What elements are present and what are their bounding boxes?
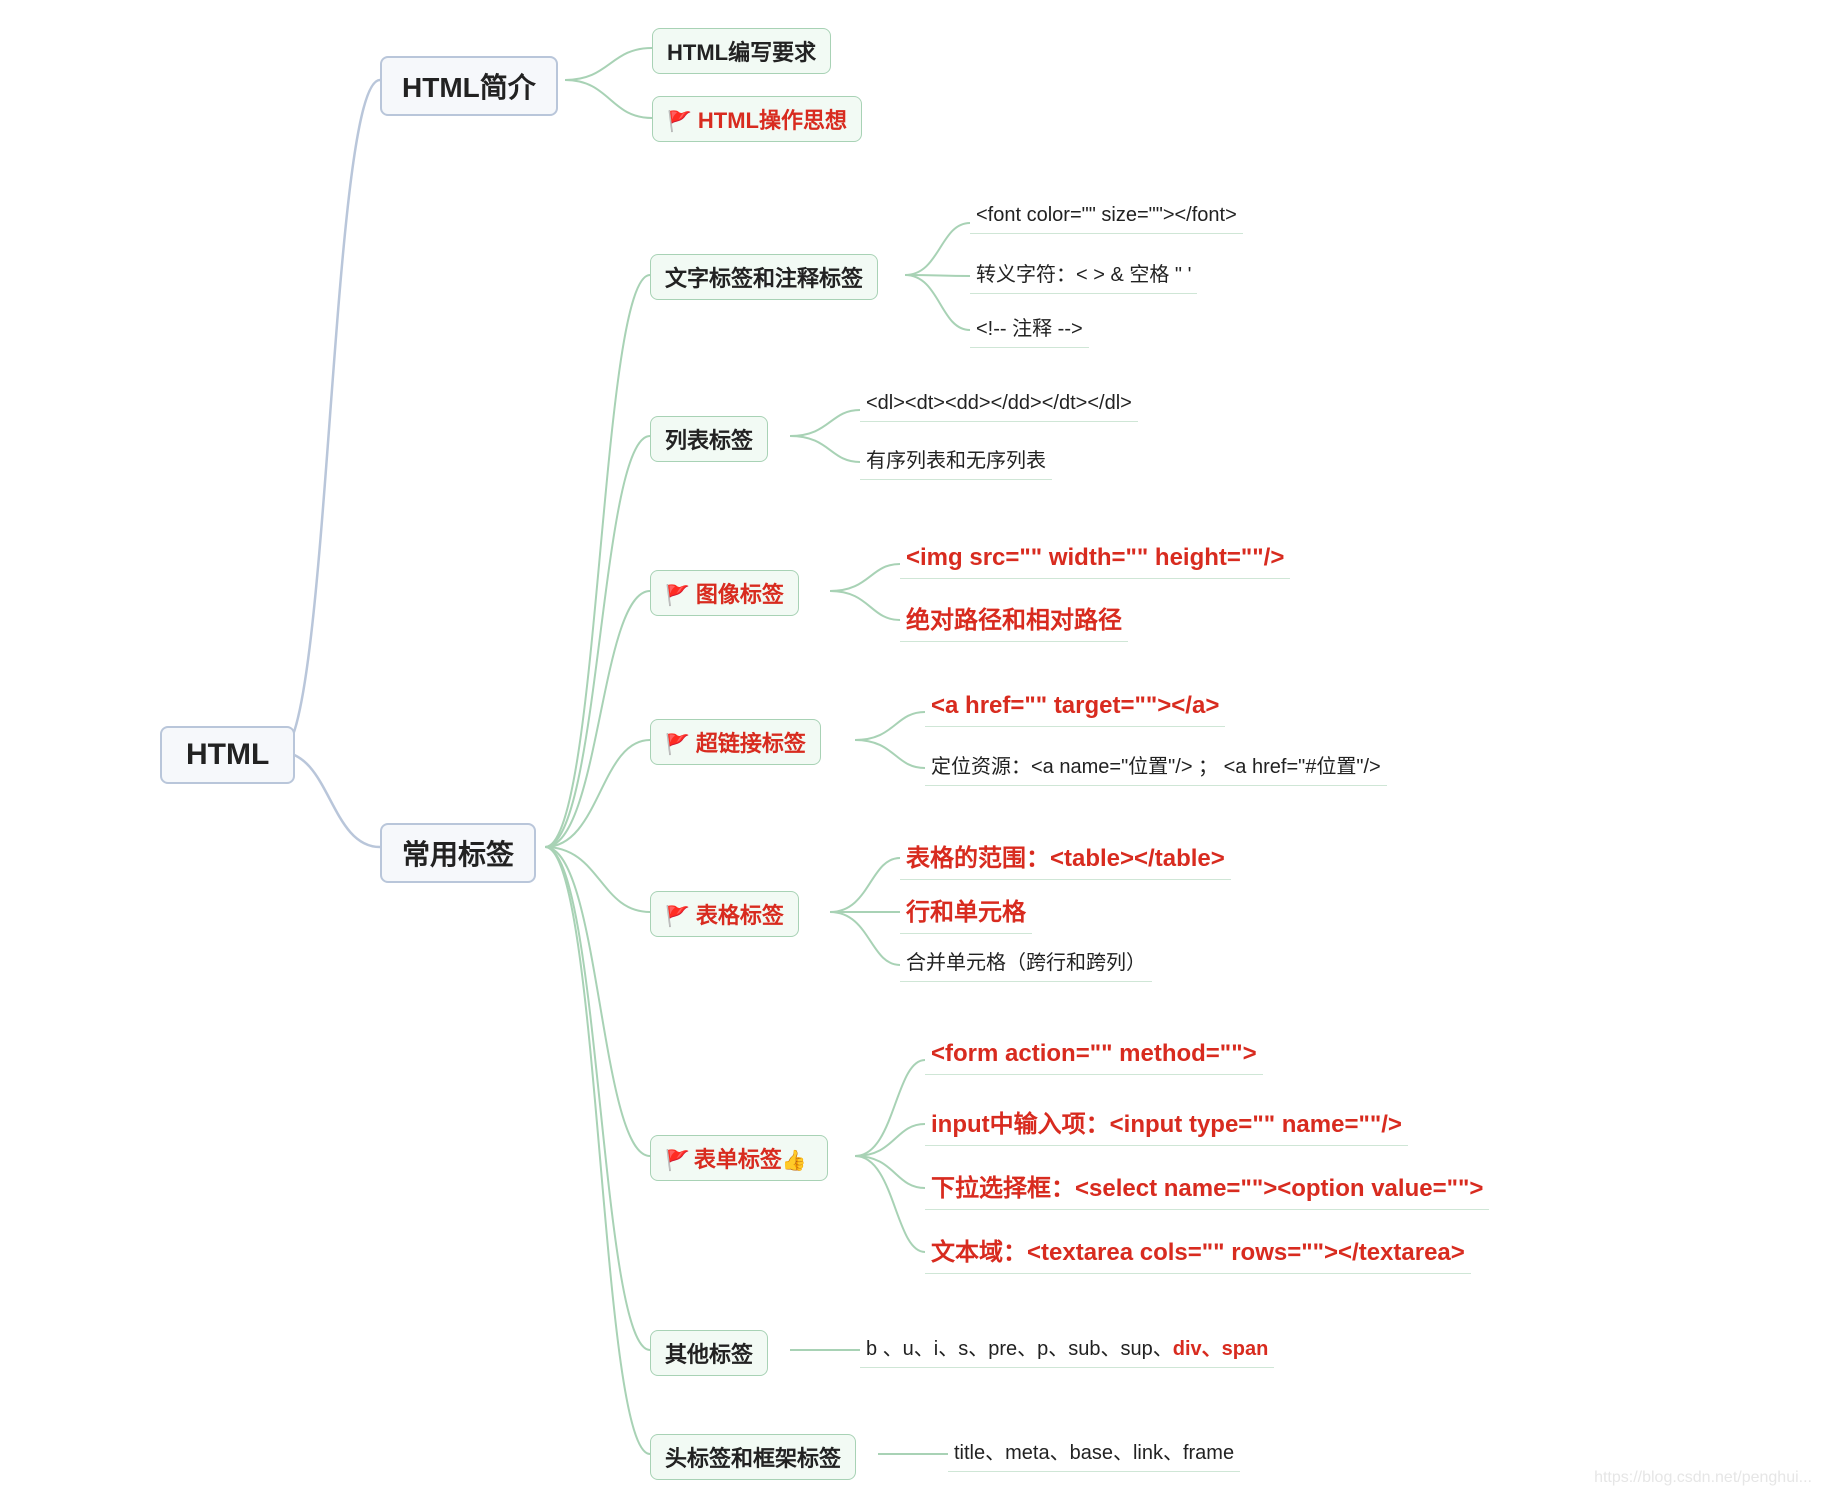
leaf-img-tag[interactable]: <img src="" width="" height=""/> [900,540,1290,579]
leaf-input-tag[interactable]: input中输入项：<input type="" name=""/> [925,1100,1408,1146]
node-hyperlink-tags[interactable]: 超链接标签 [650,719,821,765]
node-form-tags[interactable]: 表单标签 [650,1135,828,1181]
watermark: https://blog.csdn.net/penghui... [1594,1469,1812,1487]
node-operating-idea[interactable]: HTML操作思想 [652,96,862,142]
leaf-a-tag[interactable]: <a href="" target=""></a> [925,688,1225,727]
node-writing-req[interactable]: HTML编写要求 [652,28,831,74]
node-other-tags[interactable]: 其他标签 [650,1330,768,1376]
leaf-row-cell[interactable]: 行和单元格 [900,888,1032,934]
node-image-tags[interactable]: 图像标签 [650,570,799,616]
node-html-intro[interactable]: HTML简介 [380,56,558,116]
leaf-other-tags-red: div、span [1173,1338,1269,1360]
leaf-merge-cell[interactable]: 合并单元格（跨行和跨列） [900,942,1152,982]
leaf-other-tags[interactable]: b 、u、i、s、pre、p、sub、sup、div、span [860,1328,1274,1368]
root-node[interactable]: HTML [160,726,295,784]
leaf-form-tag[interactable]: <form action="" method=""> [925,1036,1263,1075]
leaf-select-tag[interactable]: 下拉选择框：<select name=""><option value=""> [925,1164,1489,1210]
leaf-font-tag[interactable]: <font color="" size=""></font> [970,200,1243,234]
leaf-head-tags[interactable]: title、meta、base、link、frame [948,1432,1240,1472]
node-head-frame-tags[interactable]: 头标签和框架标签 [650,1434,856,1480]
leaf-comment[interactable]: <!-- 注释 --> [970,308,1089,348]
leaf-textarea-tag[interactable]: 文本域：<textarea cols="" rows=""></textarea… [925,1228,1471,1274]
node-table-tags[interactable]: 表格标签 [650,891,799,937]
node-common-tags[interactable]: 常用标签 [380,823,536,883]
node-list-tags[interactable]: 列表标签 [650,416,768,462]
node-text-tags[interactable]: 文字标签和注释标签 [650,254,878,300]
leaf-table-range[interactable]: 表格的范围：<table></table> [900,834,1231,880]
leaf-escape-chars[interactable]: 转义字符：< > & 空格 " ' [970,254,1197,294]
leaf-dl-tag[interactable]: <dl><dt><dd></dd></dt></dl> [860,388,1138,422]
leaf-anchor[interactable]: 定位资源：<a name="位置"/> ； <a href="#位置"/> [925,746,1387,786]
leaf-path[interactable]: 绝对路径和相对路径 [900,596,1128,642]
leaf-ordered-unordered[interactable]: 有序列表和无序列表 [860,440,1052,480]
leaf-other-tags-plain: b 、u、i、s、pre、p、sub、sup、 [866,1338,1173,1360]
